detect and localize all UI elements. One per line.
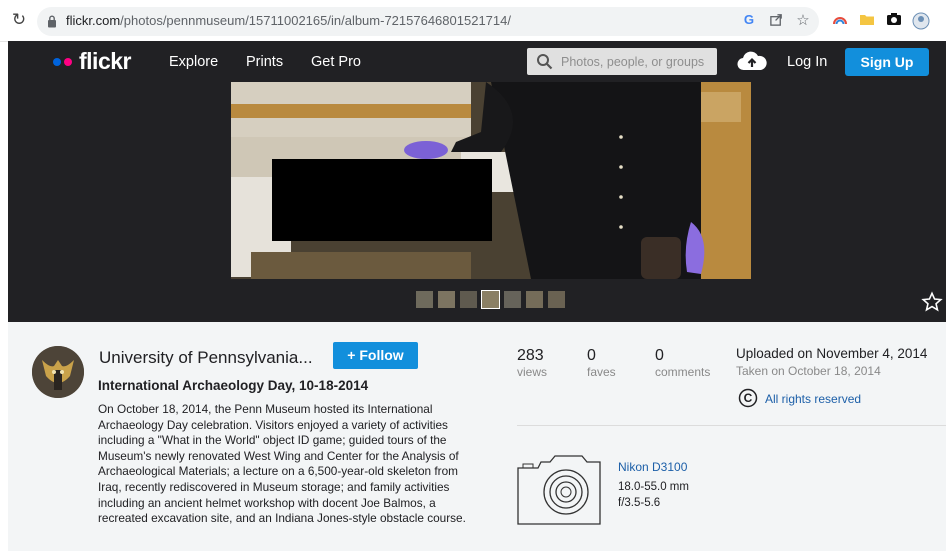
login-link[interactable]: Log In (787, 54, 827, 70)
license-link[interactable]: All rights reserved (765, 392, 861, 406)
browser-toolbar: ↻ flickr.com/photos/pennmuseum/157110021… (0, 0, 946, 42)
photo-info-panel: University of Pennsylvania... + Follow I… (8, 322, 946, 551)
taken-date: Taken on October 18, 2014 (736, 364, 881, 378)
comments-count: 0 (655, 347, 664, 364)
uploaded-date: Uploaded on November 4, 2014 (736, 346, 928, 361)
extension-rainbow-icon[interactable] (831, 12, 849, 30)
thumbnail-current[interactable] (481, 290, 500, 309)
nav-get-pro[interactable]: Get Pro (311, 54, 361, 70)
follow-button[interactable]: + Follow (333, 342, 418, 369)
redaction-box (272, 159, 492, 241)
svg-text:G: G (743, 12, 753, 27)
comments-label: comments (655, 365, 711, 379)
views-count: 283 (517, 347, 544, 364)
google-icon[interactable]: G (740, 12, 758, 30)
nav-explore[interactable]: Explore (169, 54, 218, 70)
camera-lens: 18.0-55.0 mm (618, 481, 689, 493)
folder-icon[interactable] (858, 12, 876, 30)
views-label: views (517, 365, 548, 379)
camera-model-link[interactable]: Nikon D3100 (618, 460, 687, 474)
url-text: flickr.com/photos/pennmuseum/15711002165… (66, 13, 511, 28)
search-box (527, 48, 717, 75)
photo-stage (8, 82, 946, 322)
signup-button[interactable]: Sign Up (845, 48, 929, 76)
url-host: flickr.com (66, 13, 121, 28)
site-header: flickr Explore Prints Get Pro Log In Sig… (8, 41, 946, 82)
nav-prints[interactable]: Prints (246, 54, 283, 70)
search-input[interactable] (561, 52, 711, 71)
camera-icon (517, 455, 601, 525)
divider (517, 425, 946, 426)
plus-icon: + (347, 347, 360, 363)
reload-icon[interactable]: ↻ (9, 10, 29, 30)
svg-text:C: C (744, 391, 753, 405)
copyright-icon: C (738, 388, 758, 408)
logo-dot-pink (64, 58, 72, 66)
upload-cloud-icon[interactable] (737, 50, 767, 72)
thumbnail[interactable] (438, 291, 455, 308)
camera-icon[interactable] (885, 12, 903, 30)
fave-star-icon[interactable] (921, 291, 943, 313)
share-icon[interactable] (767, 12, 785, 30)
camera-aperture: f/3.5-5.6 (618, 497, 661, 509)
faves-label: faves (587, 365, 616, 379)
bookmark-star-icon[interactable]: ☆ (794, 12, 812, 30)
thumbnail[interactable] (504, 291, 521, 308)
thumbnail[interactable] (548, 291, 565, 308)
faves-count: 0 (587, 347, 596, 364)
lock-icon (48, 15, 56, 28)
owner-avatar[interactable] (32, 346, 84, 398)
thumbnail[interactable] (460, 291, 477, 308)
thumbnail[interactable] (416, 291, 433, 308)
logo-dot-blue (53, 58, 61, 66)
address-bar[interactable]: flickr.com/photos/pennmuseum/15711002165… (37, 7, 819, 36)
thumbnail[interactable] (526, 291, 543, 308)
flickr-logo[interactable]: flickr (79, 48, 131, 75)
profile-icon[interactable] (912, 12, 930, 30)
url-path: /photos/pennmuseum/15711002165/in/album-… (120, 13, 511, 28)
search-icon (537, 54, 553, 70)
photo-title: International Archaeology Day, 10-18-201… (98, 378, 369, 393)
photo-description: On October 18, 2014, the Penn Museum hos… (98, 402, 466, 526)
follow-label: Follow (359, 347, 404, 363)
owner-name[interactable]: University of Pennsylvania... (99, 348, 313, 368)
